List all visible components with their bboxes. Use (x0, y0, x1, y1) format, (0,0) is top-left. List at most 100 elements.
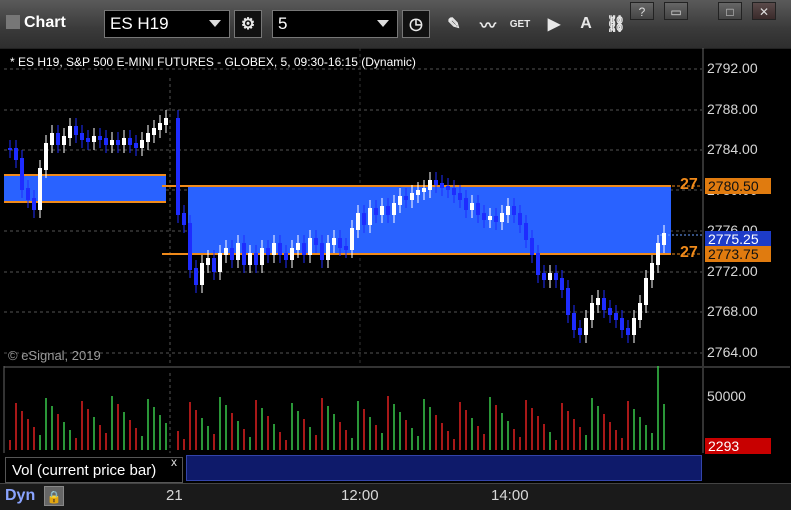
candle (242, 243, 246, 265)
candle (578, 328, 582, 335)
interval-input[interactable]: 5 (272, 10, 398, 38)
candle (224, 248, 228, 255)
candle (368, 208, 372, 225)
upper-level-marker: 27 (680, 176, 698, 193)
chart-canvas[interactable] (0, 48, 791, 483)
candle (410, 193, 414, 200)
candle (662, 233, 666, 245)
candle (314, 238, 318, 245)
close-button[interactable]: ✕ (752, 2, 776, 20)
candle (230, 248, 234, 260)
candle (260, 248, 264, 265)
candle (416, 190, 420, 195)
symbol-input[interactable]: ES H19 (104, 10, 230, 38)
candle (572, 313, 576, 330)
pencil-icon[interactable]: ✎ (440, 10, 468, 38)
candle (50, 133, 54, 145)
candle (632, 318, 636, 335)
candle (392, 203, 396, 215)
candle (254, 253, 258, 265)
candle (470, 203, 474, 210)
candle (152, 128, 156, 135)
volume-bars (9, 366, 665, 450)
time-tick: 12:00 (341, 487, 379, 504)
price-tick: 2788.00 (707, 101, 758, 117)
volume-study-label[interactable]: Vol (current price bar) (5, 457, 183, 483)
candle (626, 328, 630, 335)
candle (92, 136, 96, 142)
studies-icon[interactable]: 〰 (474, 10, 502, 38)
candle (530, 238, 534, 255)
candle (134, 143, 138, 148)
candle (164, 118, 168, 125)
candle (140, 140, 144, 148)
candle (542, 273, 546, 280)
candle (512, 206, 516, 215)
candle (518, 213, 522, 225)
candle (296, 243, 300, 250)
candle (452, 188, 456, 195)
chevron-down-icon[interactable] (377, 20, 389, 27)
candle (380, 206, 384, 215)
candle (266, 248, 270, 255)
candle (428, 180, 432, 190)
candle (38, 168, 42, 210)
clock-icon[interactable]: ◷ (402, 10, 430, 38)
time-tick: 14:00 (491, 487, 529, 504)
candle (362, 213, 366, 225)
candle (458, 193, 462, 200)
candle (188, 223, 192, 270)
candle (536, 253, 540, 275)
price-tick: 2792.00 (707, 60, 758, 76)
alert-icon[interactable]: A (572, 10, 600, 38)
candle (560, 278, 564, 290)
lock-icon[interactable]: 🔒 (44, 486, 64, 506)
candle (116, 140, 120, 145)
close-icon[interactable]: x (171, 455, 177, 469)
candle (176, 118, 180, 215)
candle (182, 213, 186, 225)
chart-info: * ES H19, S&P 500 E-MINI FUTURES - GLOBE… (10, 55, 416, 69)
candle (554, 273, 558, 280)
candle (398, 196, 402, 205)
restore-button[interactable]: ▭ (664, 2, 688, 20)
price-tick: 2768.00 (707, 303, 758, 319)
candle (338, 238, 342, 248)
candle (290, 248, 294, 260)
candle (488, 216, 492, 220)
candle (158, 123, 162, 130)
price-tick: 2764.00 (707, 344, 758, 360)
candle (440, 183, 444, 188)
candle (464, 198, 468, 210)
dynamic-button[interactable]: Dyn (5, 487, 35, 505)
candle (446, 186, 450, 190)
time-tick: 21 (166, 487, 183, 504)
chart-window-icon (6, 15, 20, 29)
candle (356, 213, 360, 230)
get-icon[interactable]: GET (506, 10, 534, 38)
help-button[interactable]: ? (630, 2, 654, 20)
candle (74, 126, 78, 135)
candle (506, 206, 510, 215)
candle (146, 133, 150, 142)
candle (272, 243, 276, 255)
settings-icon[interactable]: ⚙ (234, 10, 262, 38)
candle (110, 140, 114, 145)
candle (98, 136, 102, 140)
volume-tick: 50000 (707, 388, 746, 404)
lower-level-tag: 2773.75 (705, 246, 771, 262)
volume-current-tag: 2293 (705, 438, 771, 454)
chevron-down-icon[interactable] (209, 20, 221, 27)
maximize-button[interactable]: □ (718, 2, 742, 20)
candle (26, 188, 30, 200)
play-icon[interactable]: ▶ (540, 10, 568, 38)
candle (434, 180, 438, 185)
candle (218, 253, 222, 272)
upper-level-tag: 2780.50 (705, 178, 771, 194)
link-icon[interactable]: ⛓ (602, 10, 630, 38)
candle (44, 143, 48, 170)
time-axis-bar: Dyn 🔒 (0, 483, 791, 510)
candle (614, 313, 618, 320)
candle (374, 208, 378, 215)
price-tick: 2772.00 (707, 263, 758, 279)
